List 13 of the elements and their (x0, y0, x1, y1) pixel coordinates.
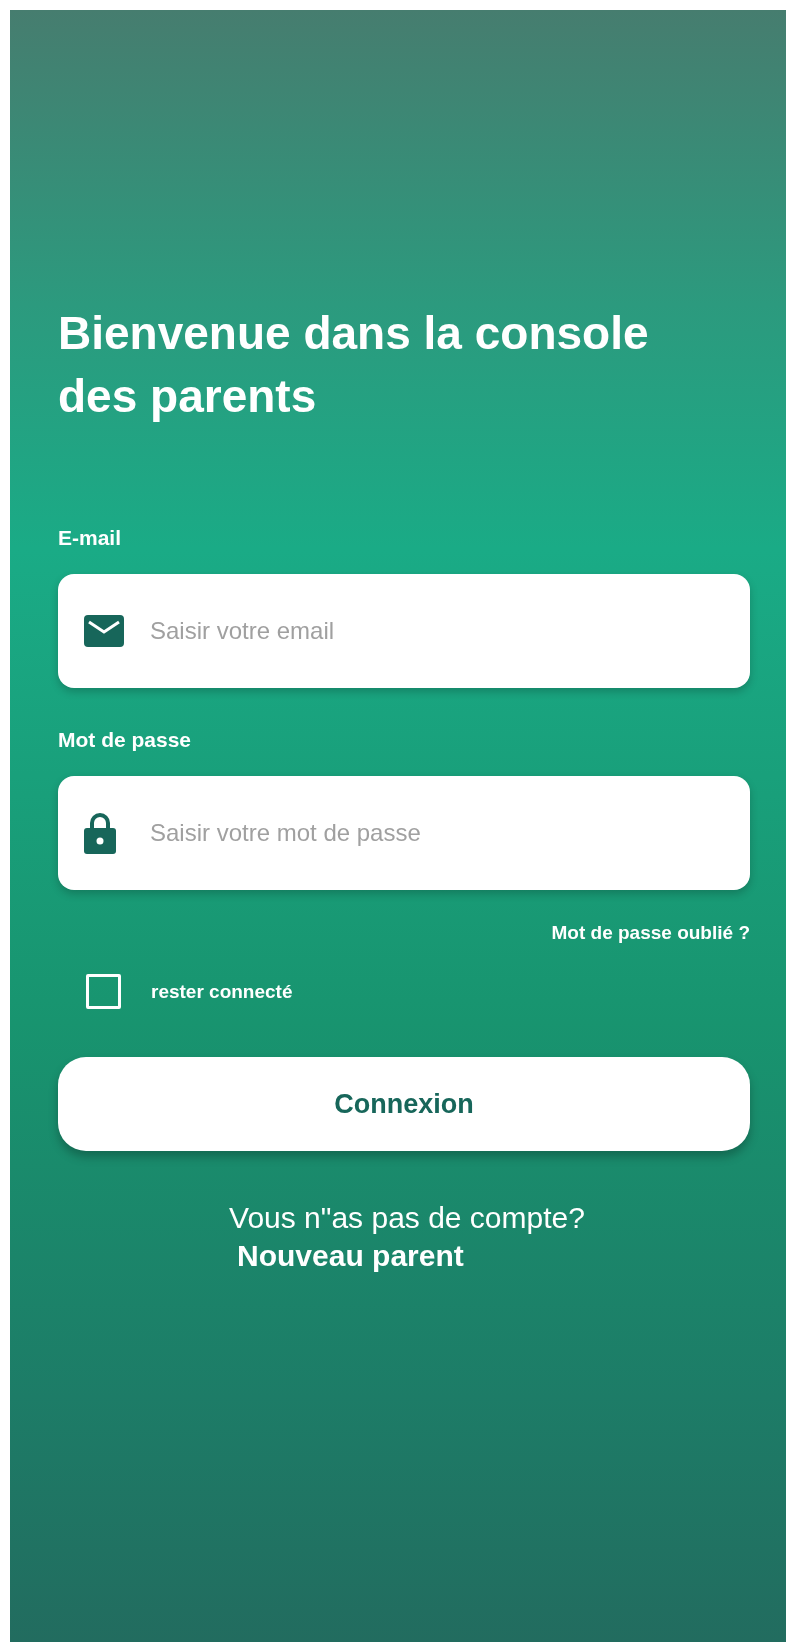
password-field[interactable]: Saisir votre mot de passe (58, 776, 750, 890)
remember-checkbox[interactable] (86, 974, 121, 1009)
field-label: Mot de passe (58, 728, 193, 752)
page-title: Bienvenue dans la console des parents (58, 306, 650, 424)
remember-label: rester connecté (151, 980, 293, 1003)
field-label: E-mail (58, 526, 123, 550)
signup-prompt: Vous n"as pas de compte? (229, 1200, 585, 1236)
signup-link[interactable]: Nouveau parent (229, 1237, 585, 1275)
email-icon (84, 615, 124, 647)
login-button[interactable]: Connexion (58, 1057, 750, 1151)
lock-icon (84, 812, 116, 854)
email-field[interactable]: Saisir votre email (58, 574, 750, 688)
forgot-password-link[interactable]: Mot de passe oublié ? (551, 922, 750, 944)
